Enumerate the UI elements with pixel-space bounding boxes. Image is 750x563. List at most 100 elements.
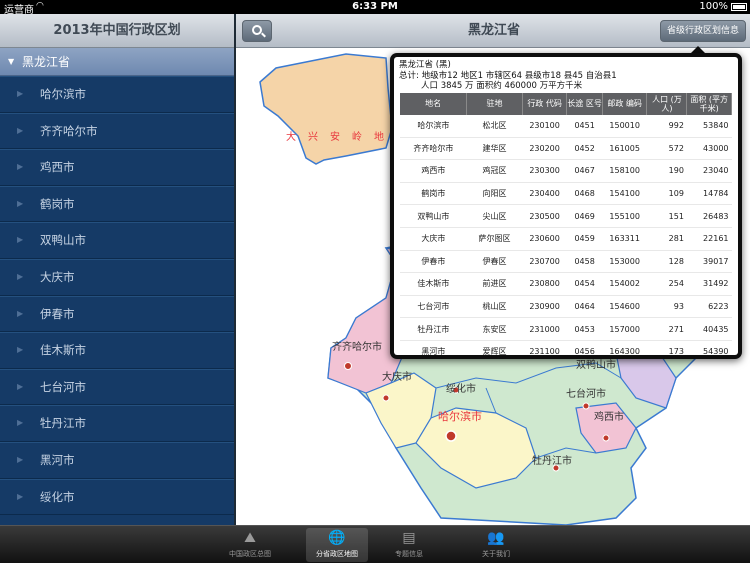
play-arrow-icon: ▶ xyxy=(17,454,24,464)
table-row[interactable]: 鸡西市 鸡冠区 230300 0467 158100 190 23040 xyxy=(400,159,732,183)
table-cell: 230700 xyxy=(522,250,567,274)
table-row[interactable]: 双鸭山市 尖山区 230500 0469 155100 151 26483 xyxy=(400,204,732,228)
map-label-city: 哈尔滨市 xyxy=(438,410,482,423)
table-cell: 53840 xyxy=(686,114,732,138)
tab-province-maps[interactable]: 🌐 分省政区地图 xyxy=(306,528,368,562)
map-label-city: 齐齐哈尔市 xyxy=(332,342,382,353)
table-row[interactable]: 鹤岗市 向阳区 230400 0468 154100 109 14784 xyxy=(400,182,732,206)
city-info-table: 地名 驻地 行政 代码 长途 区号 邮政 编码 人口 (万人) 面积 (平方千米… xyxy=(400,92,732,355)
table-cell: 东安区 xyxy=(466,317,523,341)
tab-label: 关于我们 xyxy=(482,550,510,558)
city-label: 鹤岗市 xyxy=(40,196,75,211)
sidebar-item-city[interactable]: ▶ 鸡西市 xyxy=(0,149,234,186)
table-cell: 230100 xyxy=(522,114,567,138)
search-button[interactable] xyxy=(242,20,272,42)
table-cell: 155100 xyxy=(602,204,647,228)
table-cell: 157000 xyxy=(602,317,647,341)
table-cell: 22161 xyxy=(686,227,732,251)
play-arrow-icon: ▶ xyxy=(17,235,24,245)
table-cell: 154002 xyxy=(602,272,647,296)
sidebar-item-city[interactable]: ▶ 伊春市 xyxy=(0,295,234,333)
table-row[interactable]: 齐齐哈尔市 建华区 230200 0452 161005 572 43000 xyxy=(400,137,732,161)
sidebar-item-city[interactable]: ▶ 绥化市 xyxy=(0,478,234,516)
table-cell: 231100 xyxy=(522,340,567,355)
table-cell: 230300 xyxy=(522,159,567,183)
tab-topics[interactable]: ▤ 专题信息 xyxy=(378,528,440,562)
column-header: 行政 代码 xyxy=(522,92,568,115)
sidebar-item-city[interactable]: ▶ 牡丹江市 xyxy=(0,405,234,442)
table-cell: 230400 xyxy=(522,182,567,206)
table-cell: 哈尔滨市 xyxy=(400,114,467,138)
table-cell: 松北区 xyxy=(466,114,523,138)
column-header: 地名 xyxy=(400,92,468,115)
table-cell: 154100 xyxy=(602,182,647,206)
table-cell: 牡丹江市 xyxy=(400,317,467,341)
table-cell: 992 xyxy=(646,114,687,138)
sidebar-title: 2013年中国行政区划 xyxy=(0,14,234,48)
table-cell: 128 xyxy=(646,250,687,274)
table-header-row: 地名 驻地 行政 代码 长途 区号 邮政 编码 人口 (万人) 面积 (平方千米… xyxy=(400,92,732,115)
table-row[interactable]: 佳木斯市 前进区 230800 0454 154002 254 31492 xyxy=(400,272,732,296)
table-row[interactable]: 大庆市 萨尔图区 230600 0459 163311 281 22161 xyxy=(400,227,732,251)
table-cell: 164300 xyxy=(602,340,647,355)
sidebar-item-city[interactable]: ▶ 鹤岗市 xyxy=(0,185,234,223)
table-cell: 6223 xyxy=(686,295,732,319)
sidebar-section-header[interactable]: ▼ 黑龙江省 xyxy=(0,48,234,76)
table-cell: 0451 xyxy=(566,114,603,138)
battery-icon xyxy=(731,3,747,11)
table-row[interactable]: 哈尔滨市 松北区 230100 0451 150010 992 53840 xyxy=(400,114,732,138)
play-arrow-icon: ▶ xyxy=(17,125,24,135)
tab-china-map[interactable]: ⛰ 中国政区总图 xyxy=(219,528,281,562)
book-icon: ▤ xyxy=(402,530,416,546)
sidebar-item-city[interactable]: ▶ 齐齐哈尔市 xyxy=(0,112,234,150)
sidebar-item-city[interactable]: ▶ 黑河市 xyxy=(0,441,234,479)
city-dot-harbin xyxy=(445,430,457,442)
sidebar-item-city[interactable]: ▶ 佳木斯市 xyxy=(0,332,234,369)
table-cell: 尖山区 xyxy=(466,204,523,228)
summary-totals: 总计: 地级市12 地区1 市辖区64 县级市18 县45 自治县1 xyxy=(399,70,617,81)
city-label: 齐齐哈尔市 xyxy=(40,123,98,138)
table-cell: 黑河市 xyxy=(400,340,467,355)
table-cell: 40435 xyxy=(686,317,732,341)
play-arrow-icon: ▶ xyxy=(17,162,24,172)
table-cell: 150010 xyxy=(602,114,647,138)
table-cell: 163311 xyxy=(602,227,647,251)
city-label: 哈尔滨市 xyxy=(40,87,86,101)
sidebar-item-city[interactable]: ▶ 大庆市 xyxy=(0,258,234,296)
sidebar-item-city[interactable]: ▶ 哈尔滨市 xyxy=(0,76,234,113)
column-header: 面积 (平方千米) xyxy=(686,92,732,115)
city-label: 七台河市 xyxy=(40,379,86,394)
city-label: 佳木斯市 xyxy=(40,343,86,358)
table-row[interactable]: 黑河市 爱辉区 231100 0456 164300 173 54390 xyxy=(400,340,732,355)
map-label-city: 七台河市 xyxy=(566,389,606,400)
tab-about[interactable]: 👥 关于我们 xyxy=(465,528,527,562)
table-cell: 161005 xyxy=(602,137,647,161)
play-arrow-icon: ▶ xyxy=(17,418,24,428)
table-cell: 153000 xyxy=(602,250,647,274)
sidebar-item-city[interactable]: ▶ 双鸭山市 xyxy=(0,222,234,259)
table-cell: 173 xyxy=(646,340,687,355)
table-cell: 231000 xyxy=(522,317,567,341)
table-cell: 大庆市 xyxy=(400,227,467,251)
table-cell: 230900 xyxy=(522,295,567,319)
table-cell: 190 xyxy=(646,159,687,183)
expand-triangle-icon: ▼ xyxy=(8,57,15,66)
province-info-button[interactable]: 省级行政区划信息 xyxy=(659,20,746,42)
table-cell: 0456 xyxy=(566,340,603,355)
table-row[interactable]: 牡丹江市 东安区 231000 0453 157000 271 40435 xyxy=(400,317,732,341)
china-map-icon: ⛰ xyxy=(244,530,256,546)
city-label: 绥化市 xyxy=(40,489,75,504)
table-cell: 93 xyxy=(646,295,687,319)
table-cell: 572 xyxy=(646,137,687,161)
table-cell: 齐齐哈尔市 xyxy=(400,137,467,161)
table-row[interactable]: 七台河市 桃山区 230900 0464 154600 93 6223 xyxy=(400,295,732,319)
table-cell: 鹤岗市 xyxy=(400,182,467,206)
summary-population-area: 人口 3845 万 面积约 460000 万平方千米 xyxy=(421,81,583,91)
sidebar-item-city[interactable]: ▶ 七台河市 xyxy=(0,368,234,406)
map-label-city: 鸡西市 xyxy=(594,412,624,423)
table-row[interactable]: 伊春市 伊春区 230700 0458 153000 128 39017 xyxy=(400,250,732,274)
globe-icon: 🌐 xyxy=(328,530,346,546)
map-label-region: 地 xyxy=(374,132,384,143)
summary-title: 黑龙江省 (黑) xyxy=(399,60,451,70)
table-cell: 0459 xyxy=(566,227,603,251)
